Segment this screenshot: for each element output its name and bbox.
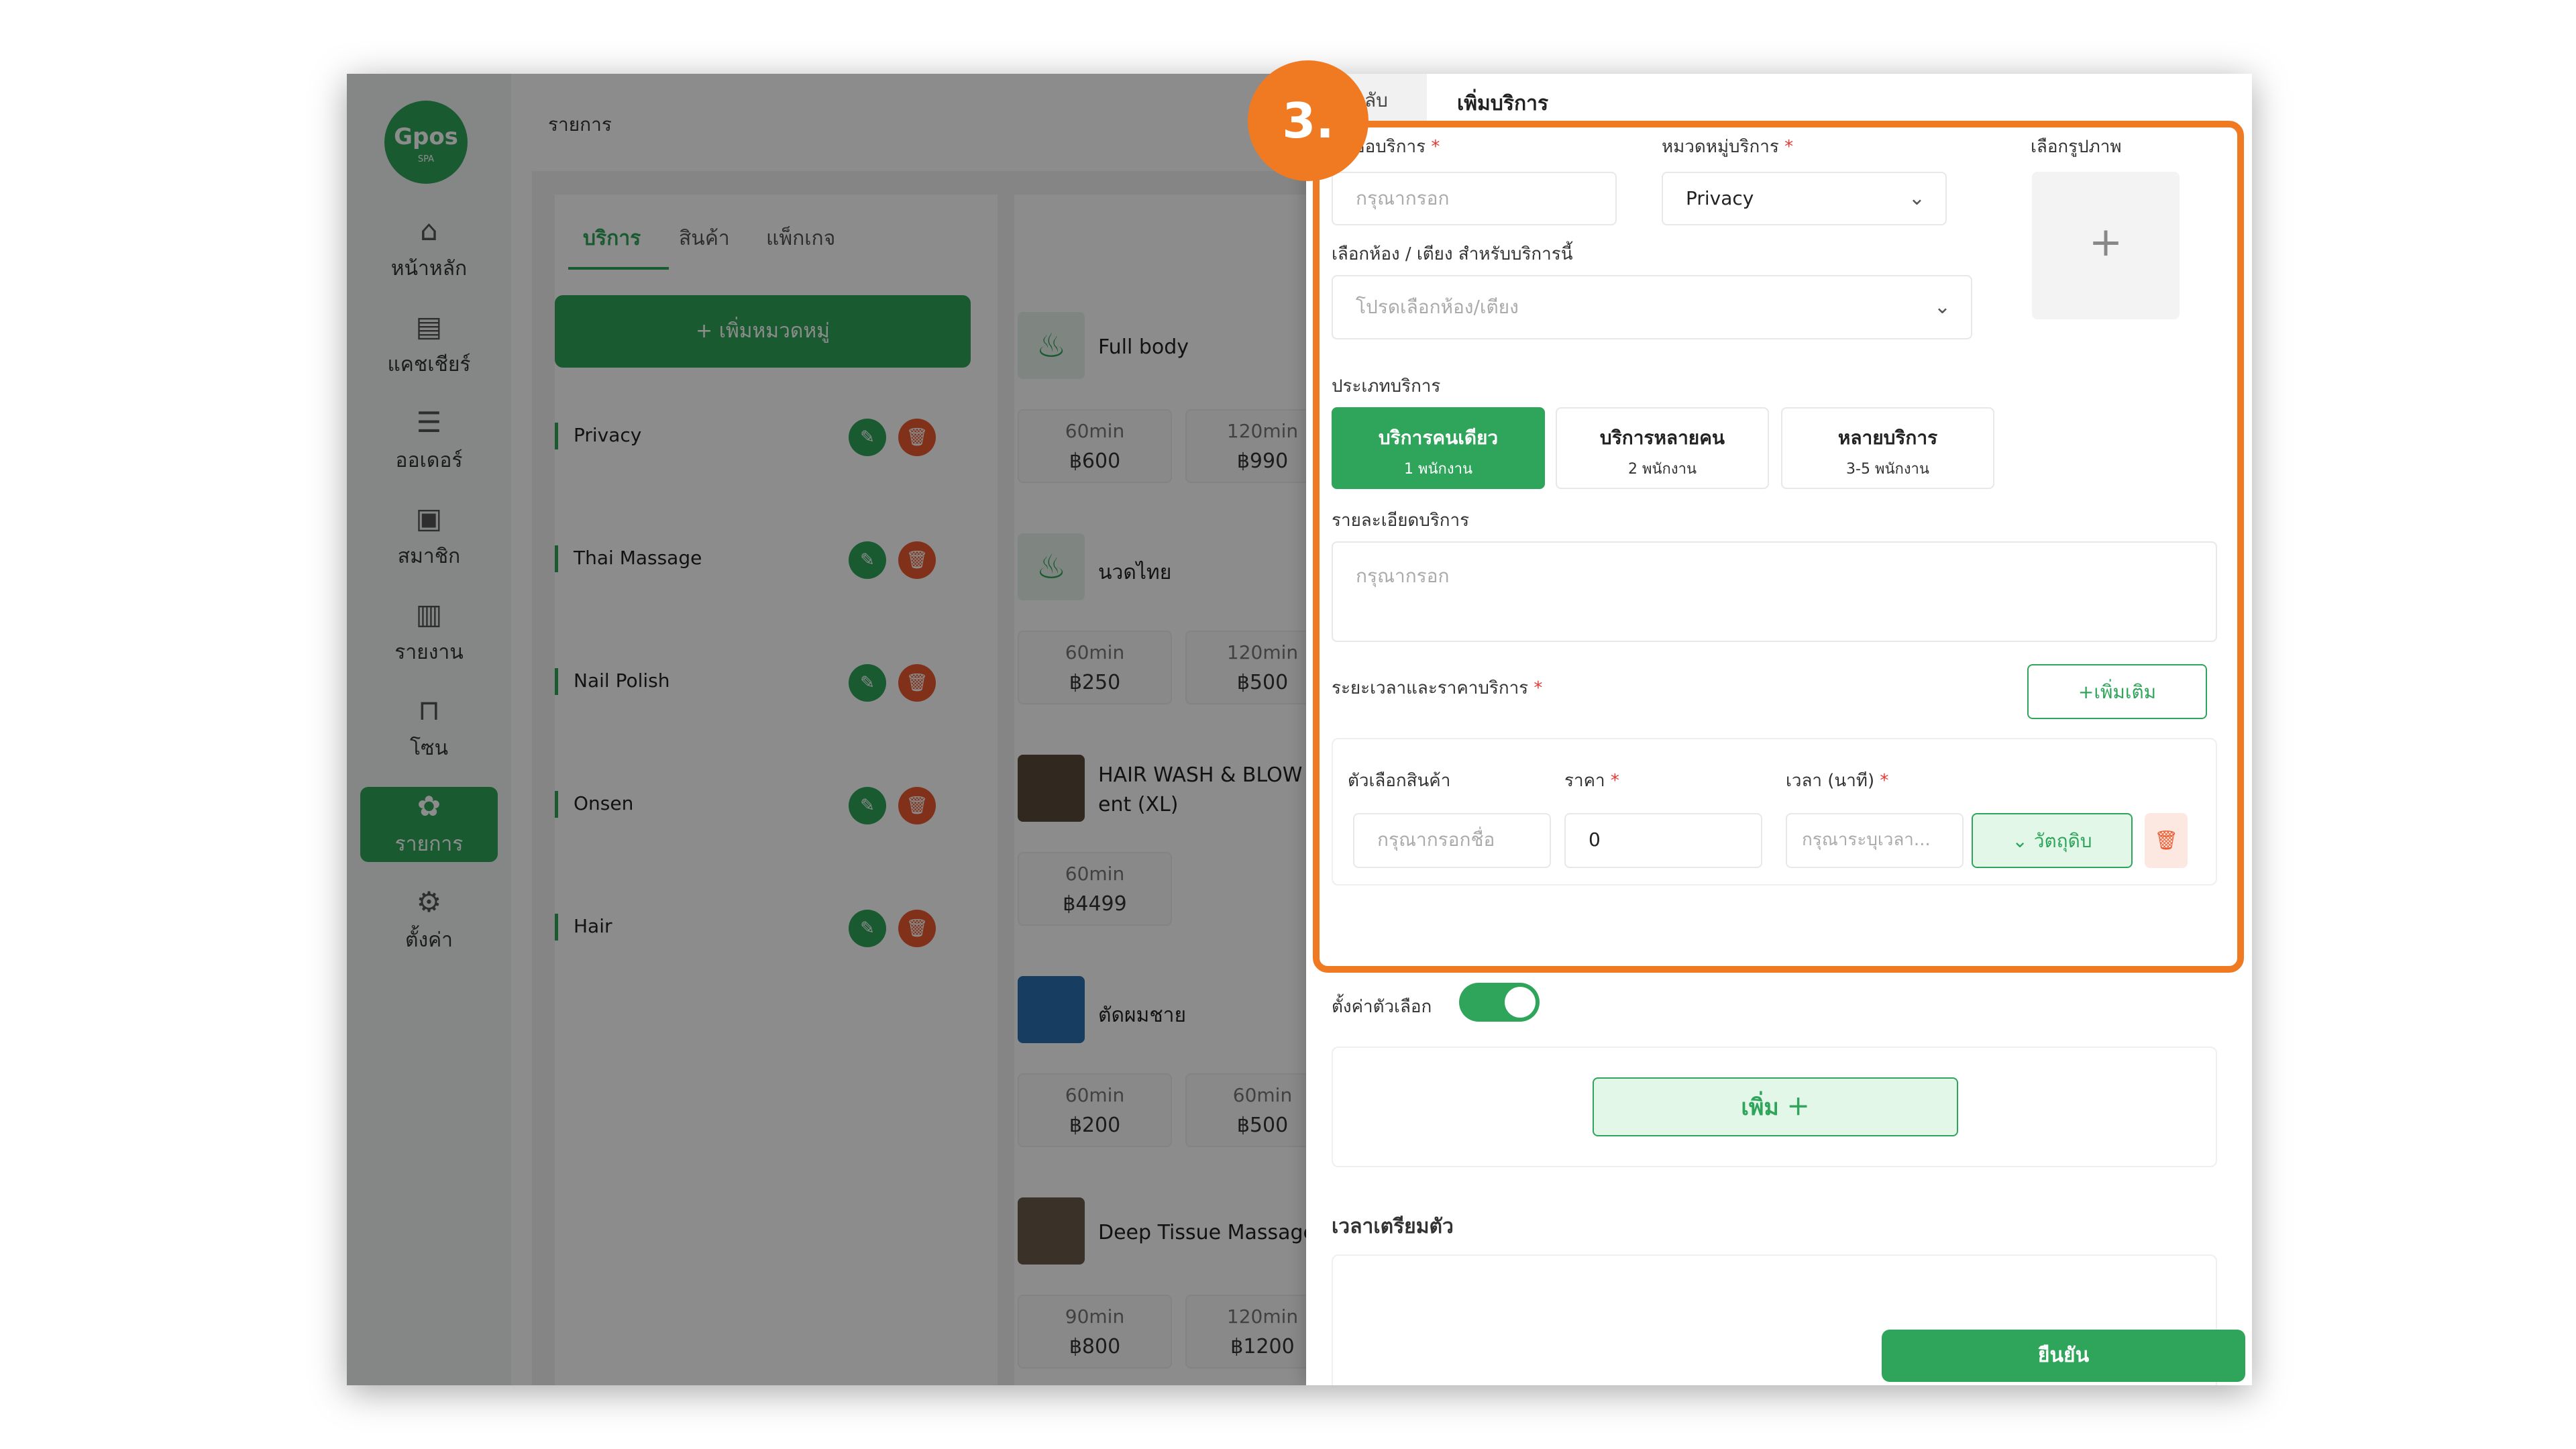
plus-icon: ＋ bbox=[1786, 1094, 1810, 1121]
app-window: Gpos SPA ⌂ หน้าหลัก ▤ แคชเชียร์ ☰ ออเดอร… bbox=[347, 74, 2252, 1385]
step-highlight-box bbox=[1313, 121, 2244, 973]
prep-time-label: เวลาเตรียมตัว bbox=[1332, 1215, 1454, 1238]
add-service-drawer: กลับ เพิ่มบริการ ชื่อบริการ * กรุณากรอก … bbox=[1306, 74, 2252, 1385]
add-option-button[interactable]: เพิ่ม ＋ bbox=[1593, 1077, 1958, 1136]
option-setting-label: ตั้งค่าตัวเลือก bbox=[1332, 997, 1432, 1017]
option-setting-toggle[interactable] bbox=[1459, 983, 1540, 1022]
drawer-title: เพิ่มบริการ bbox=[1457, 92, 1549, 115]
modal-overlay[interactable] bbox=[347, 74, 1306, 1385]
confirm-button[interactable]: ยืนยัน bbox=[1882, 1330, 2245, 1382]
step-badge: 3. bbox=[1248, 60, 1368, 181]
